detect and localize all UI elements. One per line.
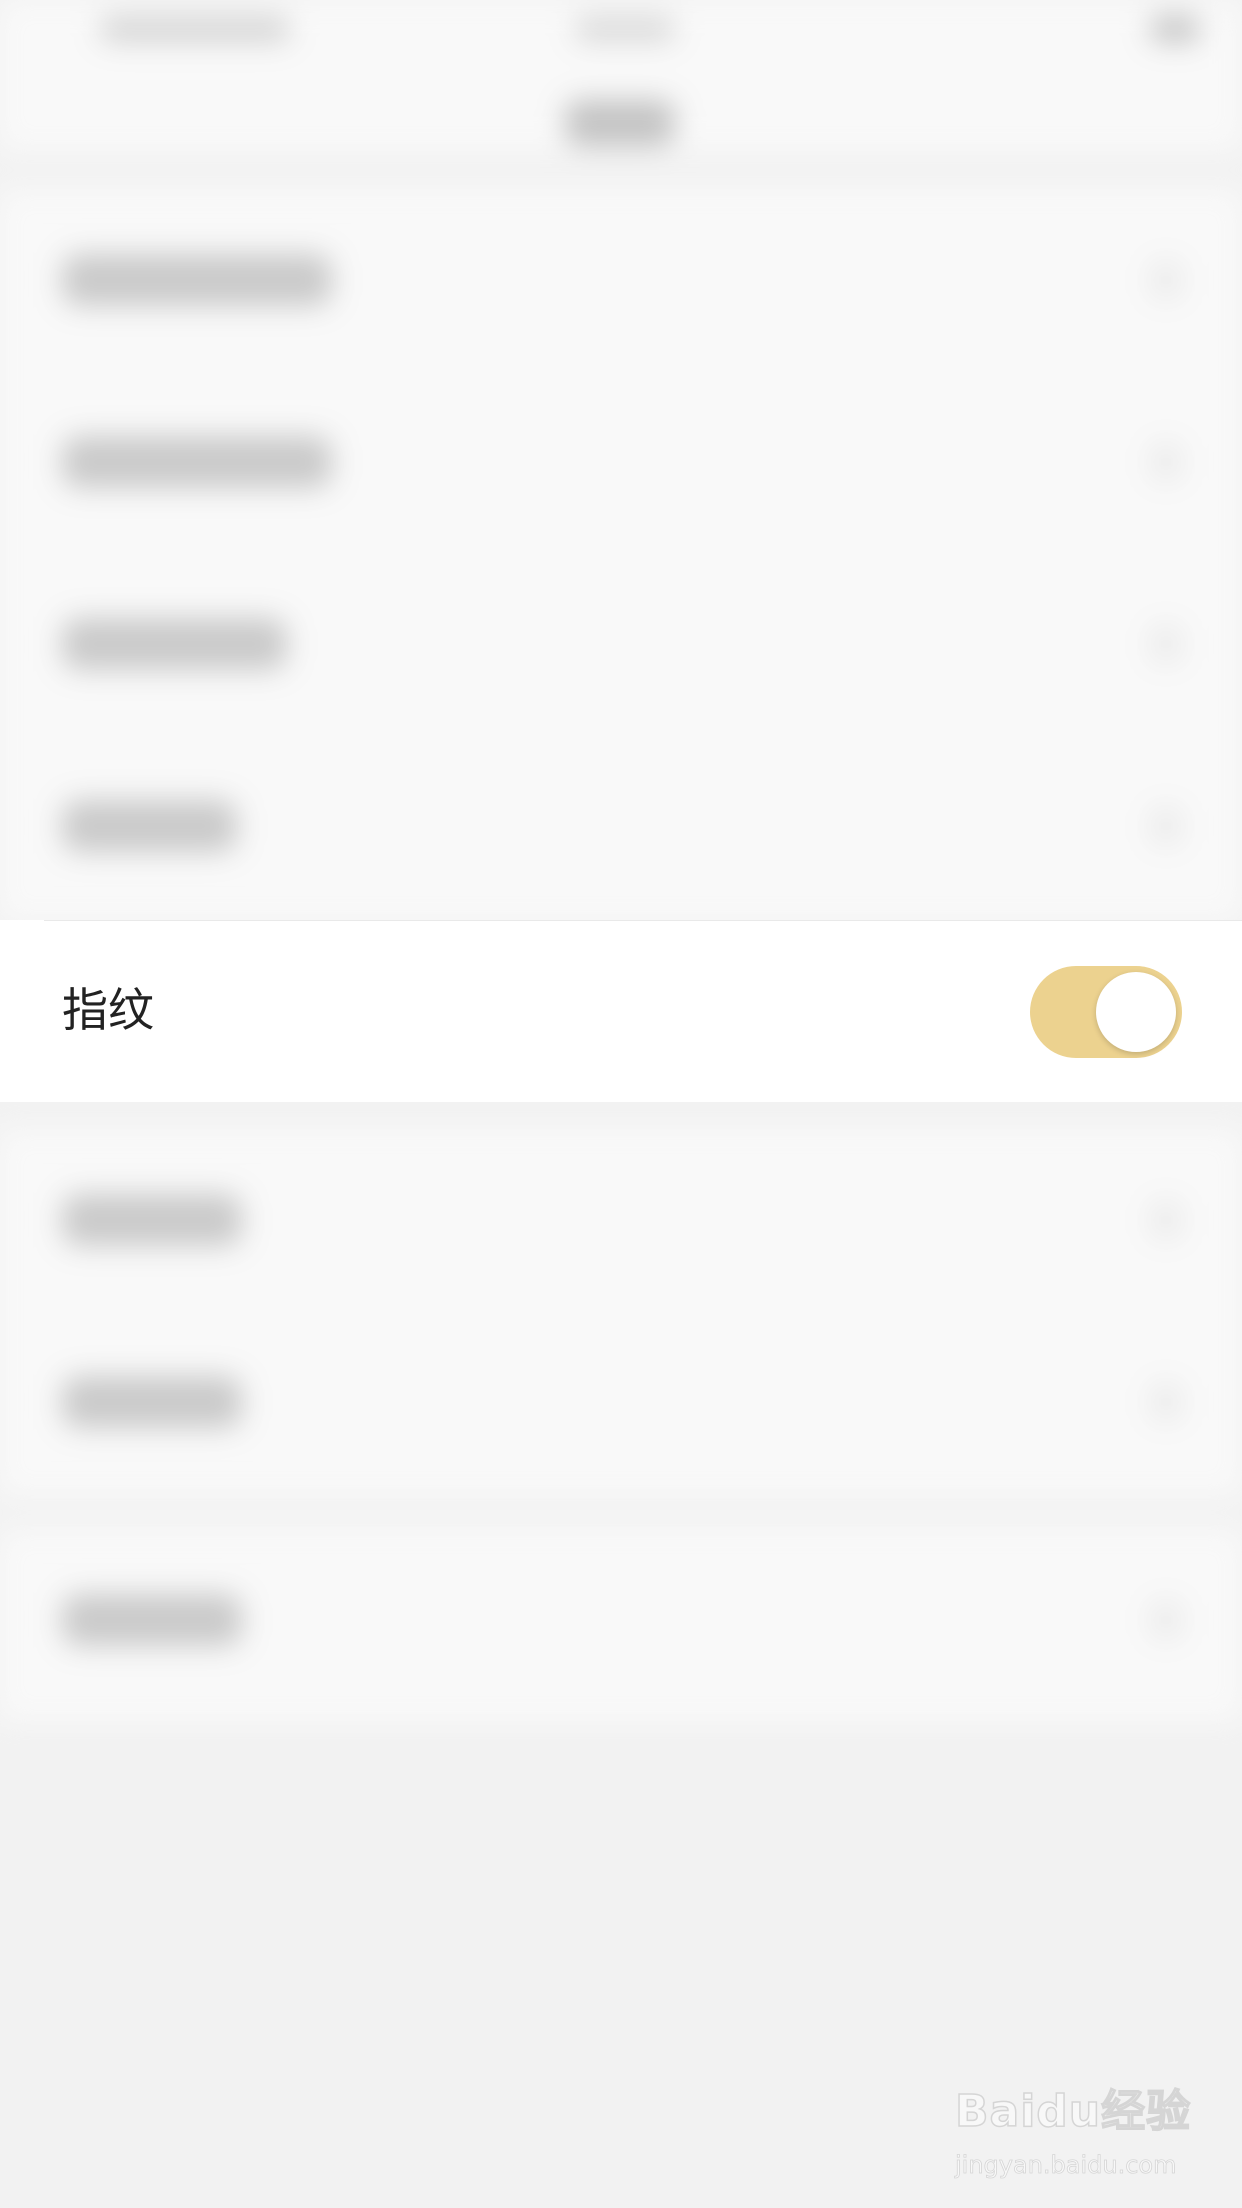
row-divider — [44, 920, 1242, 921]
nav-right-action[interactable] — [1150, 16, 1200, 42]
chevron-right-icon — [1152, 1202, 1180, 1238]
settings-row[interactable] — [0, 1530, 1242, 1712]
settings-group-middle — [0, 1130, 1242, 1495]
chevron-right-icon — [1152, 1384, 1180, 1420]
settings-row[interactable] — [0, 554, 1242, 736]
settings-row[interactable] — [0, 372, 1242, 554]
back-button[interactable] — [100, 16, 290, 42]
baidu-jingyan-watermark: Baidu经验 jingyan.baidu.com — [954, 2075, 1195, 2185]
settings-row-label — [62, 618, 287, 670]
settings-row[interactable] — [0, 1130, 1242, 1312]
fingerprint-row: 指纹 — [0, 920, 1242, 1102]
settings-row-label — [62, 1194, 242, 1246]
settings-row-label — [62, 1594, 242, 1646]
chevron-right-icon — [1152, 262, 1180, 298]
watermark-url: jingyan.baidu.com — [955, 2151, 1177, 2180]
chevron-right-icon — [1152, 626, 1180, 662]
toggle-knob — [1096, 972, 1176, 1052]
navigation-bar — [0, 0, 1242, 150]
watermark-logo: Baidu经验 — [954, 2085, 1192, 2138]
chevron-right-icon — [1152, 444, 1180, 480]
fingerprint-toggle[interactable] — [1030, 966, 1182, 1058]
settings-row-label — [62, 800, 237, 852]
nav-subtitle — [565, 100, 675, 146]
fingerprint-label: 指纹 — [62, 983, 154, 1037]
settings-row-label — [62, 254, 332, 306]
settings-row-label — [62, 436, 332, 488]
blurred-background — [0, 0, 1242, 2208]
settings-row-label — [62, 1376, 242, 1428]
settings-group-top — [0, 190, 1242, 920]
settings-group-bottom — [0, 1530, 1242, 1720]
settings-row[interactable] — [0, 736, 1242, 918]
nav-title — [575, 16, 675, 42]
settings-row[interactable] — [0, 1312, 1242, 1494]
chevron-right-icon — [1152, 808, 1180, 844]
settings-row[interactable] — [0, 190, 1242, 372]
chevron-right-icon — [1152, 1602, 1180, 1638]
